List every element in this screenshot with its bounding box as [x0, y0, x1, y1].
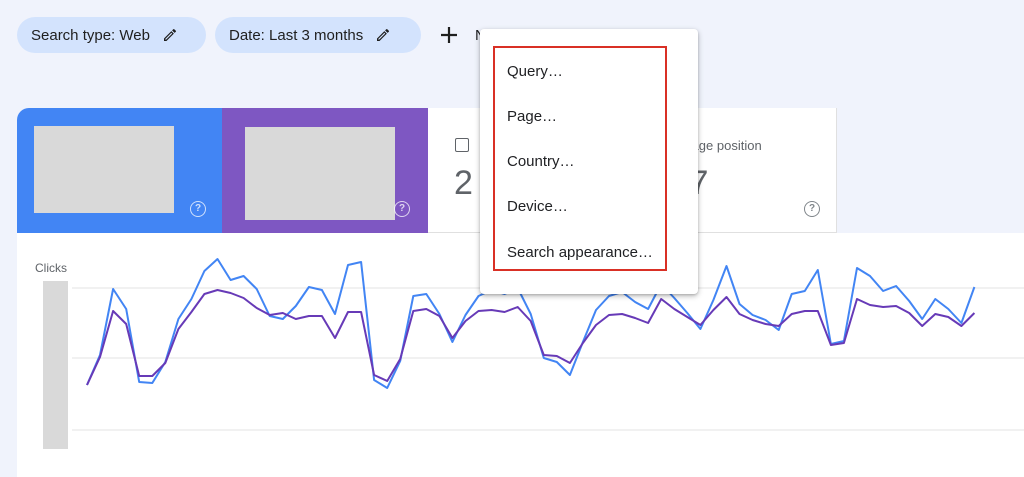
- help-circle-icon[interactable]: ?: [190, 201, 206, 217]
- menu-item-search-appearance[interactable]: Search appearance…: [494, 232, 674, 272]
- redacted-impressions-metric: [245, 127, 395, 220]
- total-clicks-card[interactable]: ?: [17, 108, 222, 233]
- ctr-checkbox[interactable]: [455, 138, 469, 152]
- menu-item-device[interactable]: Device…: [494, 186, 674, 226]
- date-filter-chip[interactable]: Date: Last 3 months: [215, 17, 421, 53]
- ctr-value: 2: [454, 164, 473, 202]
- menu-item-country[interactable]: Country…: [494, 141, 674, 181]
- redacted-clicks-metric: [34, 126, 174, 213]
- menu-item-query[interactable]: Query…: [494, 51, 674, 91]
- plus-icon: [437, 23, 461, 47]
- help-circle-icon[interactable]: ?: [804, 201, 820, 217]
- new-filter-menu: Query… Page… Country… Device… Search app…: [480, 29, 698, 294]
- menu-item-page[interactable]: Page…: [494, 96, 674, 136]
- new-filter-button[interactable]: N: [437, 17, 486, 53]
- total-impressions-card[interactable]: ?: [222, 108, 428, 233]
- pencil-icon[interactable]: [162, 27, 178, 43]
- pencil-icon[interactable]: [375, 27, 391, 43]
- date-filter-label: Date: Last 3 months: [229, 26, 364, 44]
- search-type-filter-label: Search type: Web: [31, 26, 150, 44]
- impressions-series-line: [86, 289, 976, 386]
- help-circle-icon[interactable]: ?: [394, 201, 410, 217]
- search-type-filter-chip[interactable]: Search type: Web: [17, 17, 206, 53]
